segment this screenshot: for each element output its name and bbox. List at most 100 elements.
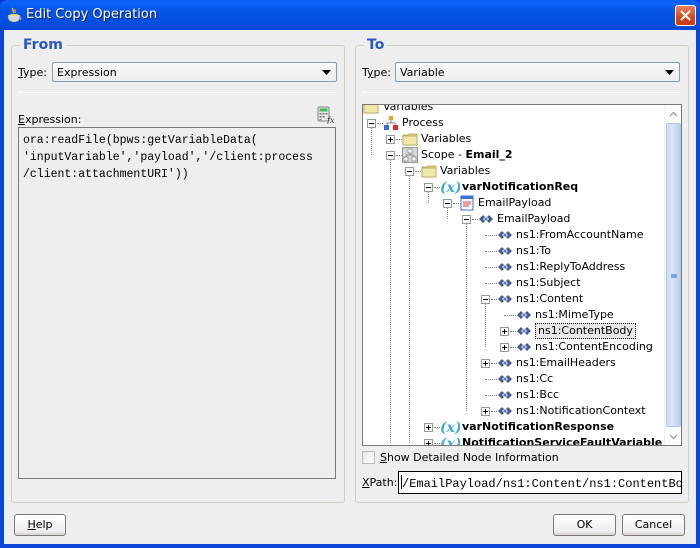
tree-connector bbox=[466, 224, 467, 411]
element-icon bbox=[516, 323, 532, 339]
close-button[interactable] bbox=[675, 5, 696, 26]
title-bar[interactable]: Edit Copy Operation bbox=[0, 0, 700, 30]
xpath-value: /EmailPayload/ns1:Content/ns1:ContentBod… bbox=[402, 477, 682, 491]
mnemonic: S bbox=[380, 451, 387, 464]
chevron-down-icon[interactable] bbox=[319, 66, 333, 79]
variable-x-icon: (x) bbox=[440, 179, 462, 196]
from-type-value: Expression bbox=[57, 66, 117, 79]
show-detail-checkbox[interactable] bbox=[362, 451, 375, 464]
tree-node-label: Process bbox=[402, 116, 444, 129]
chevron-up-icon bbox=[669, 110, 678, 117]
element-icon bbox=[497, 291, 513, 307]
tree-connector bbox=[485, 267, 497, 268]
to-type-value: Variable bbox=[400, 66, 445, 79]
expand-icon[interactable] bbox=[424, 423, 433, 432]
collapse-icon[interactable] bbox=[462, 215, 471, 224]
tree-node-label: Variables bbox=[383, 104, 434, 113]
collapse-icon[interactable] bbox=[424, 183, 433, 192]
expand-icon[interactable] bbox=[386, 135, 395, 144]
mnemonic: H bbox=[27, 518, 36, 531]
folder-icon bbox=[402, 131, 418, 147]
tree-node-label: varNotificationResponse bbox=[462, 420, 615, 433]
to-type-select[interactable]: Variable bbox=[395, 62, 680, 82]
expand-icon[interactable] bbox=[481, 407, 490, 416]
svg-text:(x): (x) bbox=[440, 436, 460, 446]
expand-icon[interactable] bbox=[500, 327, 509, 336]
coffee-cup-icon bbox=[7, 7, 22, 23]
tree-connector bbox=[371, 128, 372, 155]
collapse-icon[interactable] bbox=[481, 295, 490, 304]
folder-icon bbox=[363, 105, 379, 115]
scroll-thumb[interactable] bbox=[666, 123, 681, 427]
expand-icon[interactable] bbox=[500, 343, 509, 352]
label-text: Path: bbox=[369, 476, 398, 489]
tree-node-label: ns1:EmailHeaders bbox=[516, 356, 616, 369]
element-icon bbox=[478, 211, 494, 227]
calculator-fx-icon[interactable]: fx bbox=[317, 106, 335, 124]
expression-label: Expression: bbox=[18, 113, 81, 126]
element-icon bbox=[497, 259, 513, 275]
tree-scrollbar[interactable] bbox=[664, 105, 681, 445]
dialog-window: Edit Copy Operation From Type: Expressio… bbox=[0, 0, 700, 548]
tree-content: Variables Process Variables Scope - Email_2… bbox=[363, 104, 665, 446]
folder-icon bbox=[421, 163, 437, 179]
variable-x-icon: (x) bbox=[440, 419, 462, 436]
tree-node-label: Variables bbox=[421, 132, 472, 145]
svg-text:(x): (x) bbox=[440, 420, 460, 435]
label-name: Email_2 bbox=[465, 148, 513, 161]
tree-node[interactable]: Variables bbox=[363, 131, 665, 147]
variable-x-icon: (x) bbox=[440, 435, 462, 446]
from-legend: From bbox=[20, 37, 66, 53]
show-detail-label[interactable]: Show Detailed Node Information bbox=[380, 451, 559, 464]
tree-node-label: ns1:To bbox=[516, 244, 551, 257]
from-type-select[interactable]: Expression bbox=[52, 62, 337, 82]
mnemonic: E bbox=[18, 113, 25, 126]
label-text: pe: bbox=[373, 66, 391, 79]
tree-node-label: Scope - Email_2 bbox=[421, 148, 513, 161]
tree-node-label: varNotificationReq bbox=[462, 180, 579, 193]
tree-node-label: ns1:FromAccountName bbox=[516, 228, 644, 241]
tree-node-label: ns1:Bcc bbox=[516, 388, 560, 401]
close-icon bbox=[680, 10, 691, 21]
expand-icon[interactable] bbox=[481, 359, 490, 368]
chevron-down-icon bbox=[669, 433, 678, 440]
chevron-down-icon[interactable] bbox=[662, 66, 676, 79]
variable-tree[interactable]: Variables Process Variables Scope - Email_2… bbox=[362, 104, 682, 446]
element-icon bbox=[497, 275, 513, 291]
label-text: xpression: bbox=[24, 113, 82, 126]
tree-node[interactable]: Process bbox=[363, 115, 665, 131]
tree-node-label: NotificationServiceFaultVariable bbox=[462, 436, 663, 446]
ok-button[interactable]: OK bbox=[553, 514, 616, 536]
element-icon bbox=[497, 243, 513, 259]
mnemonic: X bbox=[362, 476, 370, 489]
tree-node[interactable]: Variables bbox=[363, 104, 665, 115]
element-icon bbox=[516, 307, 532, 323]
scroll-down-button[interactable] bbox=[665, 428, 681, 445]
cancel-button[interactable]: Cancel bbox=[622, 514, 685, 536]
from-type-label: Type: bbox=[18, 66, 47, 79]
element-icon bbox=[497, 227, 513, 243]
tree-connector bbox=[485, 251, 497, 252]
collapse-icon[interactable] bbox=[386, 151, 395, 160]
svg-text:(x): (x) bbox=[440, 180, 460, 195]
tree-node-label: ns1:Content bbox=[516, 292, 584, 305]
dialog-body: From Type: Expression Expression: fx ora… bbox=[4, 30, 696, 544]
tree-connector bbox=[485, 379, 497, 380]
element-icon bbox=[497, 371, 513, 387]
tree-node-label: EmailPayload bbox=[497, 212, 571, 225]
expand-icon[interactable] bbox=[424, 439, 433, 445]
collapse-icon[interactable] bbox=[405, 167, 414, 176]
xpath-input[interactable]: /EmailPayload/ns1:Content/ns1:ContentBod… bbox=[398, 471, 682, 494]
expression-textarea[interactable]: ora:readFile(bpws:getVariableData( 'inpu… bbox=[18, 127, 336, 479]
tree-connector bbox=[409, 176, 410, 443]
tree-node-label: Variables bbox=[440, 164, 491, 177]
tree-node[interactable]: Scope - Email_2 bbox=[363, 147, 665, 163]
element-icon bbox=[516, 339, 532, 355]
collapse-icon[interactable] bbox=[443, 199, 452, 208]
element-icon bbox=[497, 403, 513, 419]
help-button[interactable]: Help bbox=[14, 514, 66, 536]
collapse-icon[interactable] bbox=[367, 119, 376, 128]
button-label: elp bbox=[35, 518, 53, 531]
scroll-up-button[interactable] bbox=[665, 105, 681, 122]
tree-connector bbox=[485, 304, 486, 347]
